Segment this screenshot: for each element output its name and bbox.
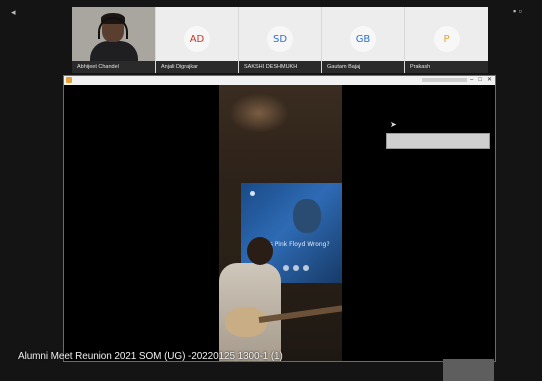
participant-tile[interactable]: GB Gautam Bajaj xyxy=(322,7,405,73)
app-icon xyxy=(66,77,72,83)
mouse-pointer-icon: ➤ xyxy=(390,120,397,129)
gray-panel xyxy=(386,133,490,149)
close-button[interactable]: ✕ xyxy=(487,76,492,85)
progress-bar xyxy=(422,78,467,82)
shared-window-titlebar: – □ ✕ xyxy=(64,76,495,85)
avatar: AD xyxy=(184,26,210,52)
headset-icon xyxy=(98,17,128,39)
shared-screen: – □ ✕ Is Pink Floyd Wrong? ➤ xyxy=(63,75,496,362)
control-box[interactable] xyxy=(443,359,494,381)
window-controls: – □ ✕ xyxy=(470,76,492,85)
window-controls-icon[interactable]: ▪ ▫ xyxy=(513,6,522,16)
meeting-title: Alumni Meet Reunion 2021 SOM (UG) -20220… xyxy=(18,351,283,362)
avatar: P xyxy=(433,26,460,52)
video-frame: Is Pink Floyd Wrong? xyxy=(219,85,342,361)
participant-name: Prakash xyxy=(405,61,488,73)
tv-caption: Is Pink Floyd Wrong? xyxy=(268,241,330,248)
participant-tile[interactable]: P Prakash xyxy=(405,7,488,73)
participant-name: Gautam Bajaj xyxy=(322,61,404,73)
pin-icon[interactable]: ◂ xyxy=(11,7,16,17)
participant-tile[interactable]: AD Anjali Digrajkar xyxy=(156,7,239,73)
participant-name: SAKSHI DESHMUKH xyxy=(239,61,321,73)
avatar: SD xyxy=(267,26,293,52)
maximize-button[interactable]: □ xyxy=(478,76,482,85)
participant-strip: Abhijeet Chandel AD Anjali Digrajkar SD … xyxy=(72,7,489,73)
minimize-button[interactable]: – xyxy=(470,76,473,85)
avatar: GB xyxy=(350,26,376,52)
participant-tile[interactable]: Abhijeet Chandel xyxy=(72,7,156,73)
participant-tile[interactable]: SD SAKSHI DESHMUKH xyxy=(239,7,322,73)
participant-name: Anjali Digrajkar xyxy=(156,61,238,73)
participant-name: Abhijeet Chandel xyxy=(72,61,155,73)
